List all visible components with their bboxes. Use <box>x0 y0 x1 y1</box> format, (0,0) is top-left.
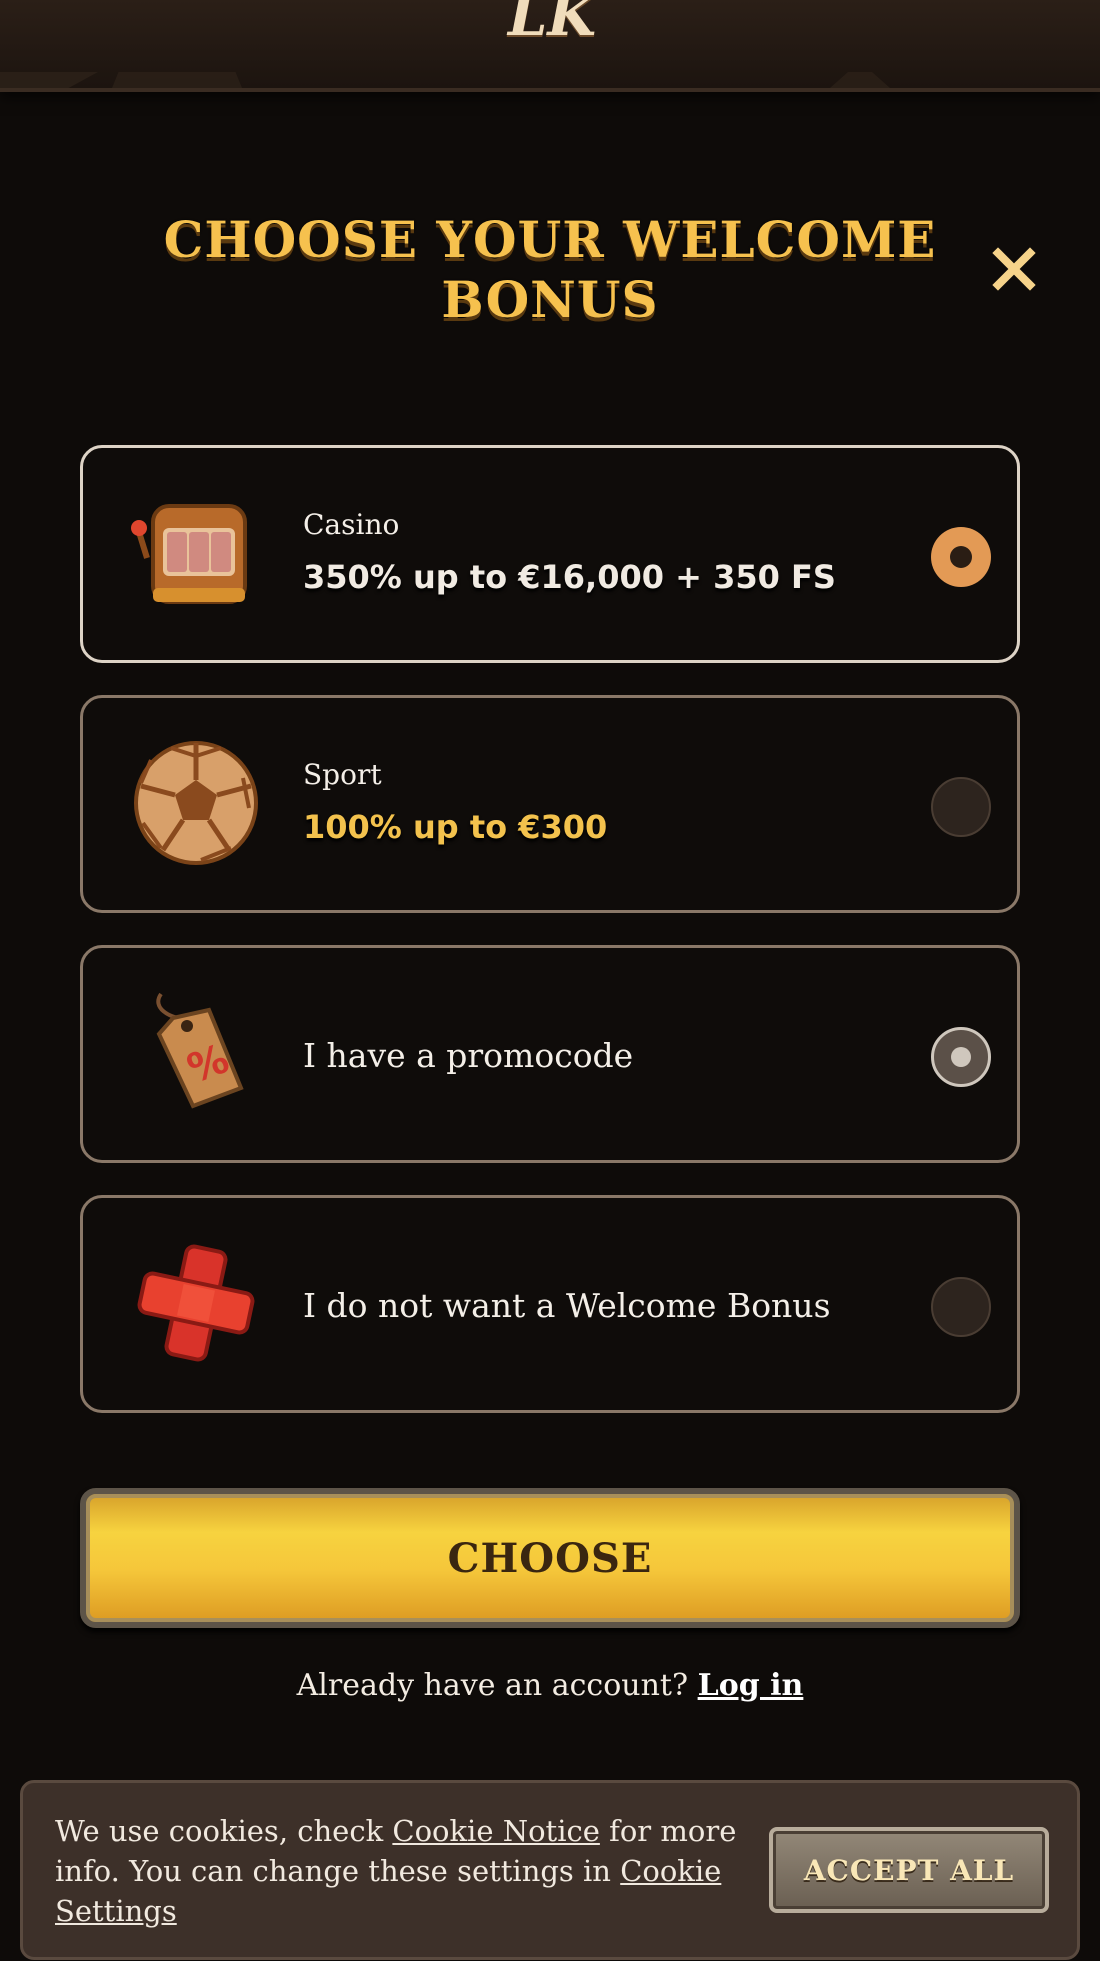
radio-button-selected[interactable] <box>931 527 991 587</box>
site-logo[interactable]: LK <box>508 0 596 46</box>
header-plank <box>0 72 98 88</box>
slot-machine-icon <box>131 488 261 618</box>
red-cross-icon <box>131 1238 261 1368</box>
account-prompt-text: Already have an account? <box>296 1668 689 1703</box>
modal-title: CHOOSE YOUR WELCOME BONUS <box>163 210 937 329</box>
top-header: LK <box>0 0 1100 92</box>
price-tag-icon: % <box>131 988 261 1118</box>
accept-all-button[interactable]: ACCEPT ALL <box>769 1827 1049 1913</box>
header-plank <box>830 72 890 88</box>
cookie-banner: We use cookies, check Cookie Notice for … <box>20 1780 1080 1960</box>
option-category: Casino <box>303 508 400 541</box>
cookie-text-part: We use cookies, check <box>55 1814 393 1848</box>
bonus-option-sport[interactable]: Sport 100% up to €300 <box>80 695 1020 913</box>
radio-button[interactable] <box>931 1027 991 1087</box>
option-offer: 350% up to €16,000 + 350 FS <box>303 558 836 596</box>
bonus-option-promocode[interactable]: % I have a promocode <box>80 945 1020 1163</box>
choose-button[interactable]: CHOOSE <box>80 1488 1020 1628</box>
cookie-text: We use cookies, check Cookie Notice for … <box>55 1811 775 1931</box>
header-plank <box>112 72 242 88</box>
login-link[interactable]: Log in <box>698 1668 804 1703</box>
option-offer: 100% up to €300 <box>303 808 608 846</box>
radio-button[interactable] <box>931 1277 991 1337</box>
option-label: I do not want a Welcome Bonus <box>303 1286 831 1325</box>
option-category: Sport <box>303 758 382 791</box>
login-prompt: Already have an account? Log in <box>0 1668 1100 1703</box>
bonus-option-no-bonus[interactable]: I do not want a Welcome Bonus <box>80 1195 1020 1413</box>
option-label: I have a promocode <box>303 1036 634 1075</box>
bonus-option-casino[interactable]: Casino 350% up to €16,000 + 350 FS <box>80 445 1020 663</box>
cookie-notice-link[interactable]: Cookie Notice <box>392 1814 600 1848</box>
radio-button[interactable] <box>931 777 991 837</box>
soccer-ball-icon <box>131 738 261 868</box>
close-icon <box>992 247 1036 291</box>
close-button[interactable] <box>990 245 1038 293</box>
